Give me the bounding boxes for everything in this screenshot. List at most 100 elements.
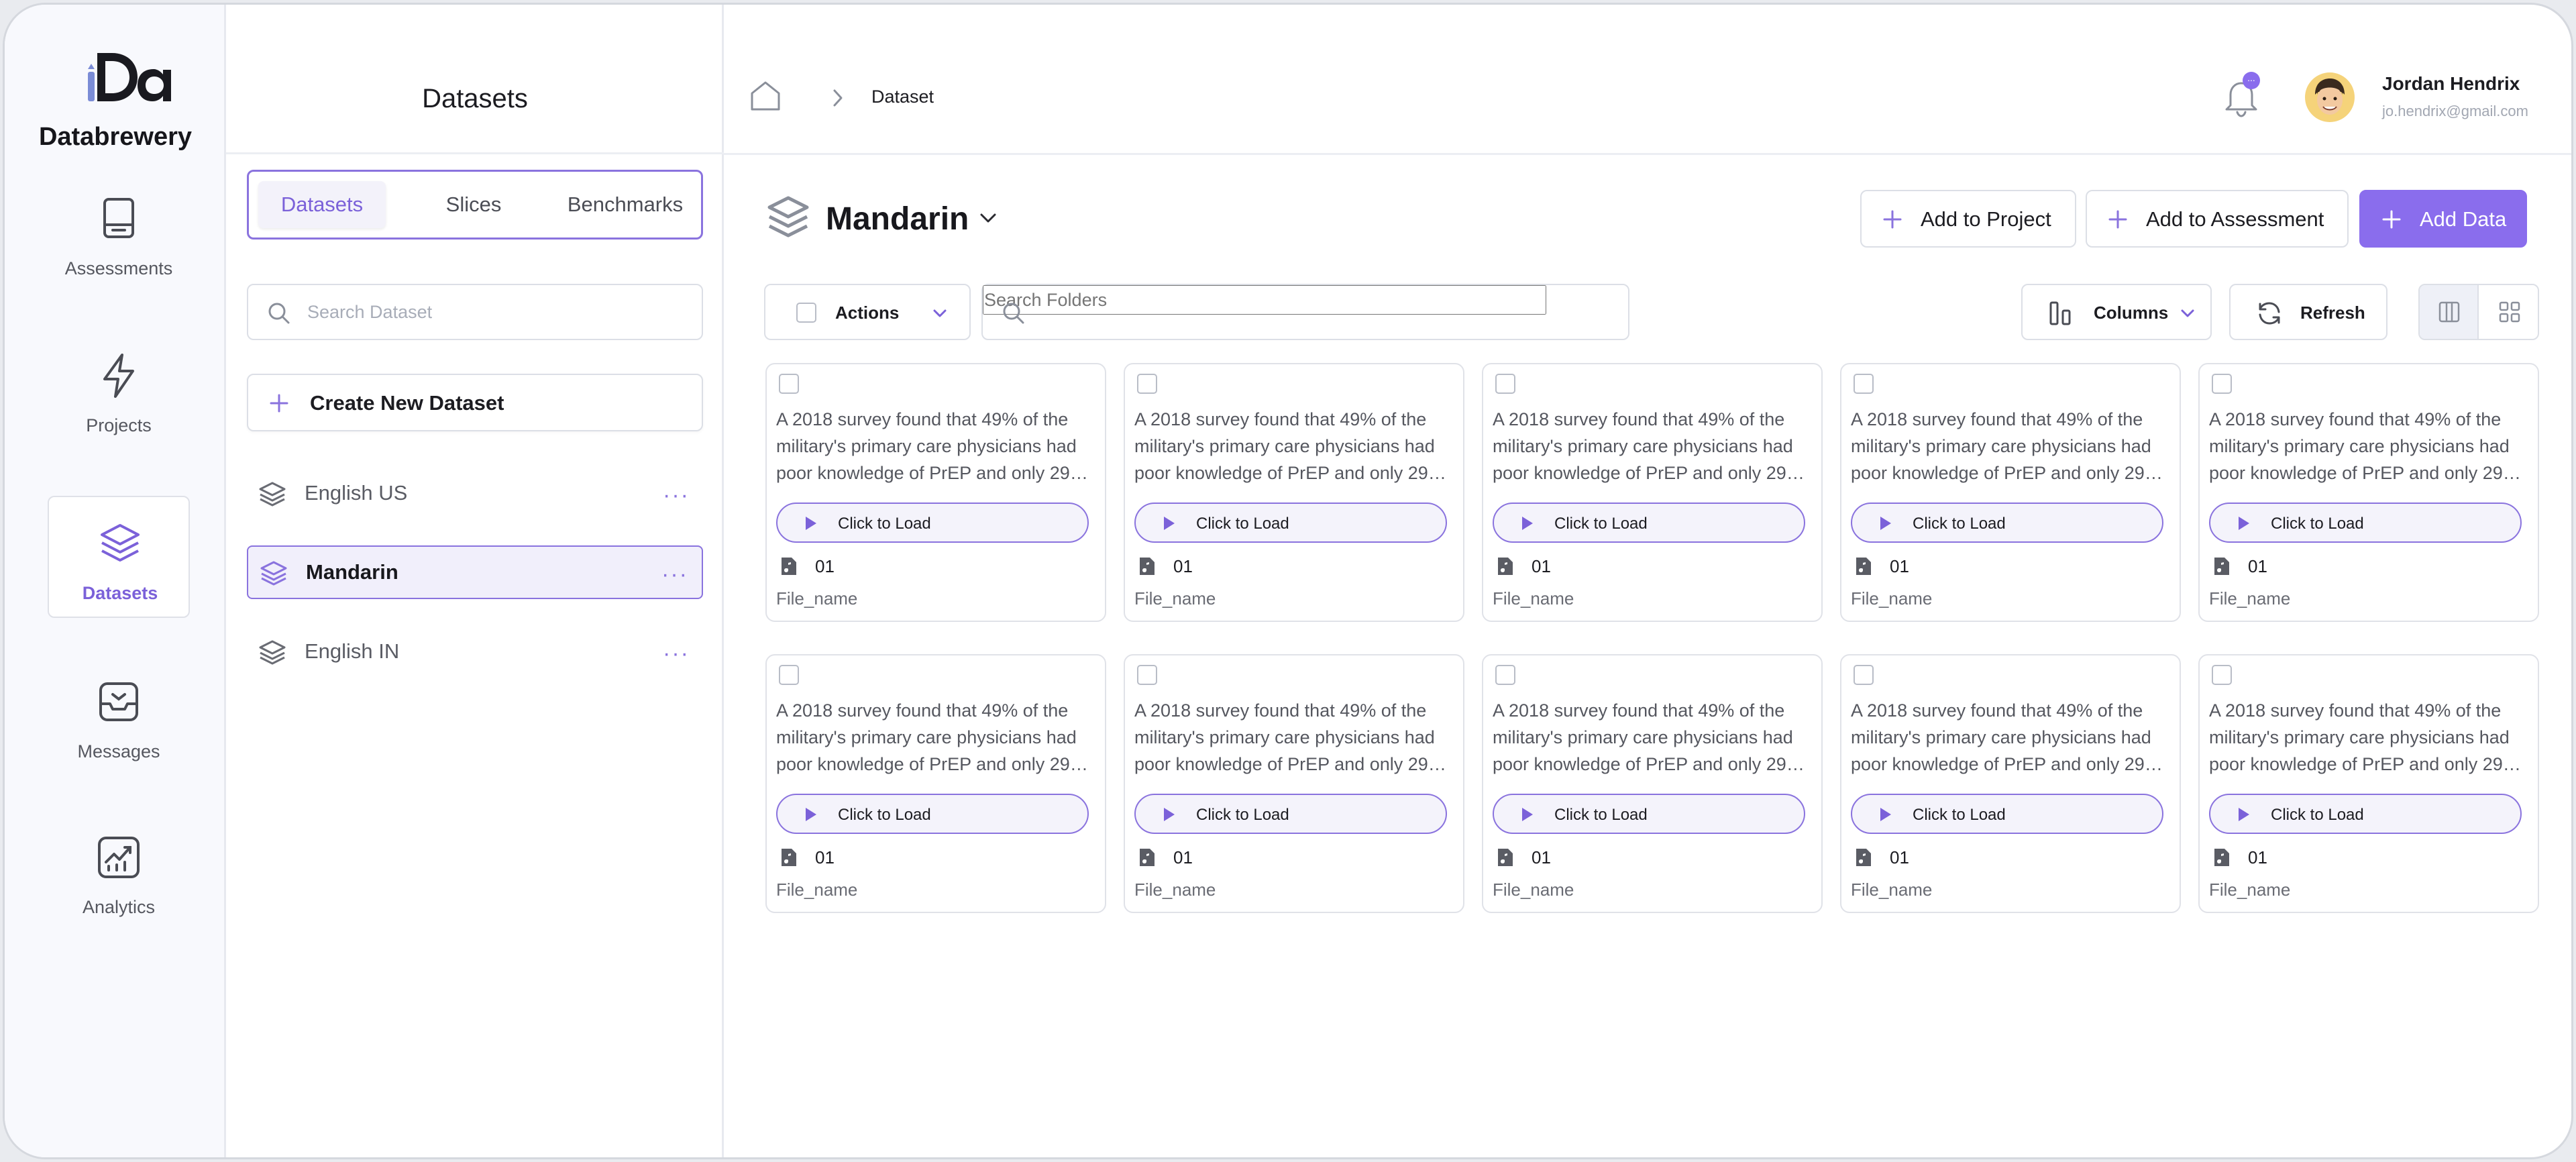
- click-to-load-button[interactable]: Click to Load: [1134, 794, 1447, 834]
- main-nav: Databrewery Assessments Projects Dataset…: [5, 5, 226, 1157]
- list-view-button[interactable]: [2420, 285, 2479, 339]
- play-icon: [2239, 517, 2249, 530]
- search-icon: [1003, 303, 1024, 324]
- databrewery-logo: [88, 53, 171, 101]
- card-text: A 2018 survey found that 49% of the mili…: [1851, 700, 2161, 774]
- data-card[interactable]: A 2018 survey found that 49% of the mili…: [1482, 654, 1823, 913]
- data-card[interactable]: A 2018 survey found that 49% of the mili…: [1840, 654, 2181, 913]
- data-card[interactable]: A 2018 survey found that 49% of the mili…: [1124, 363, 1464, 622]
- create-dataset-button[interactable]: Create New Dataset: [247, 374, 703, 431]
- card-file-name: File_name: [2209, 880, 2291, 900]
- more-icon[interactable]: ···: [663, 482, 690, 509]
- nav-item-datasets[interactable]: Datasets: [48, 496, 190, 618]
- columns-button[interactable]: Columns: [2021, 284, 2212, 340]
- tab-benchmarks[interactable]: Benchmarks: [555, 181, 696, 228]
- card-checkbox[interactable]: [1137, 665, 1157, 685]
- inbox-icon: [99, 682, 138, 721]
- data-card[interactable]: A 2018 survey found that 49% of the mili…: [765, 363, 1106, 622]
- click-to-load-button[interactable]: Click to Load: [776, 503, 1089, 543]
- card-text: A 2018 survey found that 49% of the mili…: [1493, 700, 1803, 774]
- data-card[interactable]: A 2018 survey found that 49% of the mili…: [1124, 654, 1464, 913]
- list-view-icon: [2438, 301, 2460, 323]
- play-icon: [806, 517, 816, 530]
- data-card[interactable]: A 2018 survey found that 49% of the mili…: [2198, 363, 2539, 622]
- card-checkbox[interactable]: [1495, 665, 1515, 685]
- card-number: 01: [1173, 556, 1193, 576]
- card-checkbox[interactable]: [1137, 374, 1157, 394]
- nav-item-projects[interactable]: Projects: [48, 329, 190, 452]
- play-icon: [1522, 808, 1533, 821]
- add-data-button[interactable]: Add Data: [2359, 190, 2527, 248]
- data-card[interactable]: A 2018 survey found that 49% of the mili…: [1840, 363, 2181, 622]
- data-card[interactable]: A 2018 survey found that 49% of the mili…: [2198, 654, 2539, 913]
- nav-label: Analytics: [82, 897, 156, 917]
- card-number: 01: [1890, 556, 1909, 576]
- chevron-right-icon: [833, 89, 843, 107]
- card-checkbox[interactable]: [1495, 374, 1515, 394]
- more-icon[interactable]: ···: [661, 562, 688, 588]
- more-icon[interactable]: ···: [663, 641, 690, 667]
- click-to-load-button[interactable]: Click to Load: [2209, 794, 2522, 834]
- tab-slices[interactable]: Slices: [410, 181, 537, 228]
- card-checkbox[interactable]: [2212, 374, 2232, 394]
- view-toggle: [2418, 284, 2539, 340]
- panel-title: Datasets: [422, 84, 528, 113]
- card-file-name: File_name: [1493, 880, 1574, 900]
- click-to-load-button[interactable]: Click to Load: [1493, 503, 1805, 543]
- dataset-item-english-us[interactable]: English US ···: [247, 468, 703, 521]
- add-to-assessment-label: Add to Assessment: [2146, 207, 2324, 231]
- tab-datasets[interactable]: Datasets: [258, 181, 386, 228]
- home-icon[interactable]: [748, 78, 783, 113]
- actions-dropdown[interactable]: Actions: [764, 284, 971, 340]
- dataset-item-english-in[interactable]: English IN ···: [247, 626, 703, 680]
- main-content: Dataset ... Jordan Hendrix jo.hendrix@gm…: [724, 5, 2571, 1157]
- add-to-project-button[interactable]: Add to Project: [1860, 190, 2076, 248]
- nav-item-messages[interactable]: Messages: [48, 655, 190, 778]
- click-to-load-button[interactable]: Click to Load: [1493, 794, 1805, 834]
- play-icon: [2239, 808, 2249, 821]
- card-checkbox[interactable]: [2212, 665, 2232, 685]
- grid-view-button[interactable]: [2480, 285, 2538, 339]
- refresh-button[interactable]: Refresh: [2229, 284, 2387, 340]
- card-number: 01: [2248, 556, 2267, 576]
- audio-file-icon: [782, 558, 796, 575]
- card-checkbox[interactable]: [779, 665, 799, 685]
- click-to-load-label: Click to Load: [1554, 806, 1648, 824]
- notifications[interactable]: ...: [2222, 72, 2263, 119]
- chevron-down-icon[interactable]: [977, 207, 999, 229]
- add-data-label: Add Data: [2420, 207, 2507, 231]
- click-to-load-label: Click to Load: [1913, 515, 2006, 533]
- nav-label: Messages: [77, 741, 160, 761]
- card-checkbox[interactable]: [1854, 665, 1874, 685]
- audio-file-icon: [2214, 558, 2229, 575]
- nav-item-assessments[interactable]: Assessments: [48, 172, 190, 295]
- click-to-load-label: Click to Load: [838, 515, 931, 533]
- breadcrumb[interactable]: Dataset: [871, 87, 934, 107]
- card-checkbox[interactable]: [1854, 374, 1874, 394]
- avatar[interactable]: [2304, 72, 2355, 123]
- nav-item-analytics[interactable]: Analytics: [48, 811, 190, 933]
- folder-search-input[interactable]: [983, 285, 1546, 315]
- plus-icon: [2108, 210, 2127, 229]
- search-icon: [268, 303, 290, 324]
- select-all-checkbox[interactable]: [796, 303, 816, 323]
- card-text: A 2018 survey found that 49% of the mili…: [1134, 700, 1444, 774]
- click-to-load-button[interactable]: Click to Load: [1851, 503, 2163, 543]
- click-to-load-button[interactable]: Click to Load: [776, 794, 1089, 834]
- card-text: A 2018 survey found that 49% of the mili…: [776, 409, 1086, 483]
- dataset-item-mandarin[interactable]: Mandarin ···: [247, 545, 703, 599]
- click-to-load-button[interactable]: Click to Load: [1851, 794, 2163, 834]
- columns-icon: [2049, 301, 2071, 325]
- brand-name: Databrewery: [38, 123, 193, 151]
- click-to-load-button[interactable]: Click to Load: [1134, 503, 1447, 543]
- add-to-assessment-button[interactable]: Add to Assessment: [2086, 190, 2349, 248]
- card-checkbox[interactable]: [779, 374, 799, 394]
- click-to-load-button[interactable]: Click to Load: [2209, 503, 2522, 543]
- dataset-search-input[interactable]: [307, 297, 683, 327]
- card-file-name: File_name: [1851, 588, 1933, 609]
- data-card[interactable]: A 2018 survey found that 49% of the mili…: [1482, 363, 1823, 622]
- click-to-load-label: Click to Load: [838, 806, 931, 824]
- data-card[interactable]: A 2018 survey found that 49% of the mili…: [765, 654, 1106, 913]
- audio-file-icon: [1498, 558, 1513, 575]
- card-text: A 2018 survey found that 49% of the mili…: [2209, 409, 2519, 483]
